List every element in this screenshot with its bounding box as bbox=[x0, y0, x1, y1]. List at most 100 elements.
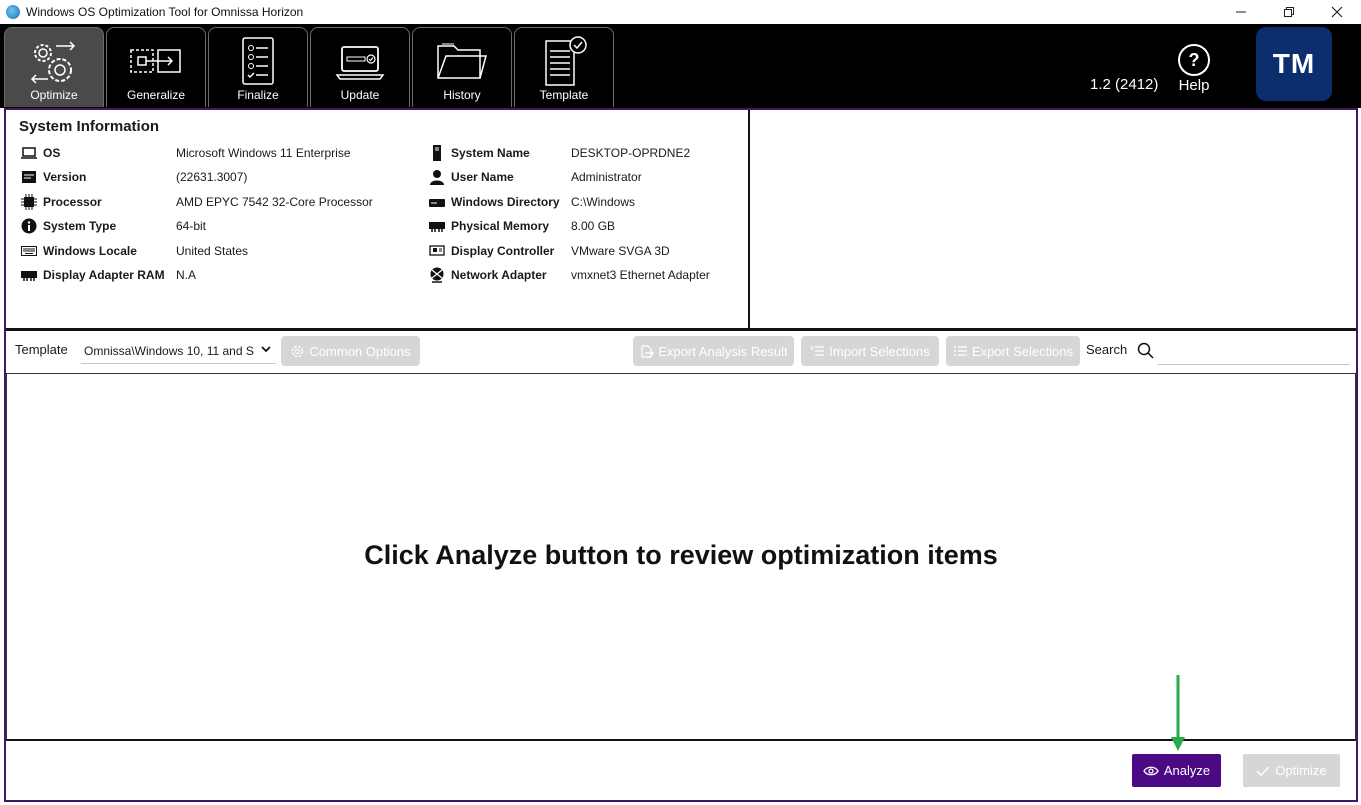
tab-update[interactable]: Update bbox=[310, 27, 410, 107]
gear-icon bbox=[292, 345, 304, 357]
checklist-icon bbox=[242, 37, 274, 85]
help-icon: ? bbox=[1178, 44, 1210, 76]
help-label: Help bbox=[1178, 77, 1210, 94]
ram-icon bbox=[429, 218, 445, 234]
info-value-processor: AMD EPYC 7542 32-Core Processor bbox=[176, 195, 373, 209]
info-row-os: OS bbox=[21, 143, 60, 163]
info-row-system-name: System Name bbox=[429, 143, 530, 163]
version-icon bbox=[21, 169, 37, 185]
analyze-button[interactable]: Analyze bbox=[1132, 754, 1221, 787]
info-row-display-controller: Display Controller bbox=[429, 241, 554, 261]
export-analysis-result-button[interactable]: Export Analysis Result bbox=[633, 336, 794, 366]
tab-history[interactable]: History bbox=[412, 27, 512, 107]
info-value-os: Microsoft Windows 11 Enterprise bbox=[176, 146, 351, 160]
tab-template[interactable]: Template bbox=[514, 27, 614, 107]
info-value-locale: United States bbox=[176, 244, 249, 258]
tab-history-label: History bbox=[443, 88, 481, 102]
generalize-icon bbox=[130, 49, 181, 73]
restore-icon bbox=[1284, 7, 1294, 17]
optimize-label: Optimize bbox=[1275, 763, 1327, 778]
minimize-icon bbox=[1236, 11, 1246, 13]
info-label: System Type bbox=[43, 219, 117, 233]
template-select[interactable]: Omnissa\Windows 10, 11 and Se bbox=[81, 338, 276, 364]
optimize-button[interactable]: Optimize bbox=[1243, 754, 1340, 787]
restore-button[interactable] bbox=[1265, 0, 1313, 24]
info-value-system-name: DESKTOP-OPRDNE2 bbox=[571, 146, 691, 160]
check-icon bbox=[1256, 765, 1270, 776]
version-label: 1.2 (2412) bbox=[1090, 76, 1159, 93]
info-value-system-type: 64-bit bbox=[176, 219, 207, 233]
tab-optimize-label: Optimize bbox=[30, 88, 78, 102]
minimize-button[interactable] bbox=[1217, 0, 1265, 24]
info-value-network-adapter: vmxnet3 Ethernet Adapter bbox=[571, 268, 710, 282]
help-button[interactable]: ? Help bbox=[1172, 44, 1216, 94]
section-divider bbox=[6, 328, 1356, 331]
info-row-network-adapter: Network Adapter bbox=[429, 265, 547, 285]
empty-state-message: Click Analyze button to review optimizat… bbox=[364, 540, 998, 570]
info-row-processor: Processor bbox=[21, 192, 102, 212]
info-row-version: Version bbox=[21, 167, 86, 187]
info-label: OS bbox=[43, 146, 61, 160]
info-label: Windows Locale bbox=[43, 244, 137, 258]
info-value-display-ram: N.A bbox=[176, 268, 197, 282]
list-icon bbox=[953, 345, 967, 356]
common-options-label: Common Options bbox=[309, 343, 411, 359]
search-icon[interactable] bbox=[1137, 342, 1154, 359]
details-panel bbox=[750, 110, 1356, 330]
main-toolbar: Optimize Generalize Finalize Update Hist… bbox=[0, 24, 1361, 108]
search-input[interactable] bbox=[1158, 339, 1350, 365]
export-analysis-label: Export Analysis Result bbox=[658, 343, 788, 359]
display-card-icon bbox=[429, 243, 445, 259]
keyboard-icon bbox=[21, 243, 37, 259]
analyze-label: Analyze bbox=[1163, 763, 1211, 778]
tab-optimize[interactable]: Optimize bbox=[4, 27, 104, 107]
info-label: Physical Memory bbox=[451, 219, 550, 233]
export-selections-label: Export Selections bbox=[971, 343, 1074, 359]
info-value-user-name: Administrator bbox=[571, 170, 642, 184]
close-button[interactable] bbox=[1313, 0, 1361, 24]
info-label: Display Adapter RAM bbox=[43, 268, 165, 282]
info-value-display-controller: VMware SVGA 3D bbox=[571, 244, 670, 258]
info-label: Windows Directory bbox=[451, 195, 560, 209]
tab-finalize-label: Finalize bbox=[237, 88, 279, 102]
window-title: Windows OS Optimization Tool for Omnissa… bbox=[26, 5, 304, 19]
export-icon bbox=[641, 344, 655, 358]
network-icon bbox=[429, 267, 445, 283]
tab-generalize-label: Generalize bbox=[126, 88, 186, 102]
system-info-panel: System Information OS Microsoft Windows … bbox=[6, 110, 750, 330]
export-selections-button[interactable]: Export Selections bbox=[946, 336, 1080, 366]
close-icon bbox=[1331, 6, 1343, 18]
tab-finalize[interactable]: Finalize bbox=[208, 27, 308, 107]
folder-icon bbox=[437, 43, 487, 79]
gears-icon bbox=[30, 41, 76, 84]
drive-icon bbox=[429, 194, 445, 210]
info-row-display-ram: Display Adapter RAM bbox=[21, 265, 165, 285]
document-check-icon bbox=[545, 36, 587, 86]
chevron-down-icon bbox=[261, 346, 271, 353]
template-select-value: Omnissa\Windows 10, 11 and Se bbox=[84, 343, 254, 358]
info-row-system-type: System Type bbox=[21, 216, 116, 236]
info-row-user-name: User Name bbox=[429, 167, 514, 187]
info-label: Display Controller bbox=[451, 244, 555, 258]
tower-icon bbox=[429, 145, 445, 161]
title-bar: Windows OS Optimization Tool for Omnissa… bbox=[0, 0, 1361, 24]
tab-template-label: Template bbox=[539, 88, 589, 102]
search-label: Search bbox=[1086, 342, 1128, 357]
tab-generalize[interactable]: Generalize bbox=[106, 27, 206, 107]
info-label: User Name bbox=[451, 170, 514, 184]
info-value-physical-memory: 8.00 GB bbox=[571, 219, 616, 233]
eye-icon bbox=[1143, 766, 1159, 775]
info-label: Network Adapter bbox=[451, 268, 547, 282]
pointer-arrow-icon bbox=[1171, 675, 1185, 751]
import-selections-label: Import Selections bbox=[829, 343, 930, 359]
info-label: Version bbox=[43, 170, 87, 184]
info-label: System Name bbox=[451, 146, 530, 160]
laptop-update-icon bbox=[335, 46, 385, 80]
window-controls bbox=[1217, 0, 1361, 24]
template-label: Template bbox=[15, 342, 68, 357]
info-value-windows-directory: C:\Windows bbox=[571, 195, 636, 209]
memory-icon bbox=[21, 267, 37, 283]
tab-update-label: Update bbox=[340, 88, 380, 102]
common-options-button[interactable]: Common Options bbox=[281, 336, 420, 366]
import-selections-button[interactable]: Import Selections bbox=[801, 336, 939, 366]
